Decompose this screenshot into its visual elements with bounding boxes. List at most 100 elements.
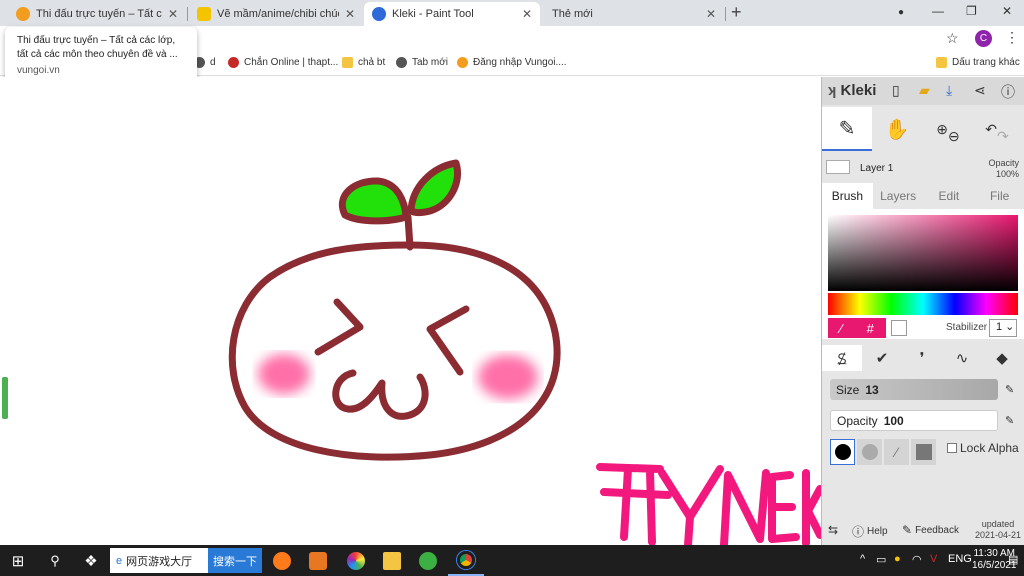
taskbar-search-button[interactable]: 搜索一下 <box>208 548 262 573</box>
taskbar-search-box[interactable]: e 网页游戏大厅 搜索一下 <box>110 548 262 573</box>
saturation-value-picker[interactable] <box>828 215 1018 291</box>
primary-color-button[interactable]: ⁄ # <box>828 318 886 338</box>
new-file-icon[interactable]: ▯ <box>892 82 900 99</box>
taskbar-app-firefox[interactable] <box>266 545 298 576</box>
tab-kleki[interactable]: Kleki - Paint Tool ✕ <box>364 2 540 26</box>
mouth <box>332 369 429 420</box>
side-handle[interactable] <box>2 377 8 419</box>
profile-avatar[interactable]: C <box>975 30 992 47</box>
help-icon[interactable]: ⓘ <box>1001 82 1015 102</box>
close-icon[interactable]: ✕ <box>522 7 532 21</box>
shape-circle-button[interactable] <box>830 439 855 465</box>
restore-button[interactable]: ❐ <box>966 4 977 18</box>
tab-chibi[interactable]: Vẽ mầm/anime/chibi chúc mừng ✕ <box>189 2 363 26</box>
shape-soft-button[interactable] <box>857 439 882 465</box>
minimize-button[interactable]: — <box>932 4 944 18</box>
blend-brush-button[interactable]: ✔ <box>862 345 902 371</box>
tab-new[interactable]: Thẻ mới ✕ <box>544 2 724 26</box>
circle-icon <box>834 444 851 460</box>
sketchy-brush-button[interactable]: ❜ <box>902 345 942 371</box>
kleki-logo-text: Kleki <box>840 82 877 99</box>
hex-input-button[interactable]: # <box>867 321 874 336</box>
tab-vungoi[interactable]: Thi đấu trực tuyến – Tất cả các lớ ✕ <box>8 2 186 26</box>
wifi-icon[interactable]: ◠ <box>912 553 922 566</box>
bookmark-item[interactable]: chả bt <box>342 57 385 68</box>
secondary-color-swatch[interactable] <box>891 320 907 336</box>
language-indicator[interactable]: ENG <box>948 553 972 565</box>
feedback-button[interactable]: ✎ Feedback <box>902 523 959 537</box>
bookmark-item[interactable]: Đăng nhập Vungoi.... <box>457 57 567 68</box>
tab-brush[interactable]: Brush <box>822 183 873 209</box>
stabilizer-value: 1 <box>996 321 1003 333</box>
tray-app-icon[interactable]: ● <box>894 553 901 565</box>
taskbar-app-media[interactable] <box>302 545 334 576</box>
zoom-buttons[interactable]: ⊕ ⊖ <box>928 107 968 151</box>
opacity-slider[interactable]: Opacity 100 <box>830 410 998 431</box>
tray-network-icon[interactable]: ▭ <box>876 553 886 566</box>
tooltip-line: tất cả các môn theo chuyên đề và ... <box>17 49 178 60</box>
help-button[interactable]: ⓘ Help <box>852 523 888 540</box>
lock-alpha-checkbox[interactable]: Lock Alpha <box>947 441 1019 455</box>
undo-icon[interactable]: ↶ <box>985 121 997 138</box>
shape-chisel-button[interactable]: ⁄ <box>884 439 909 465</box>
updated-label: updated <box>981 519 1015 529</box>
feedback-icon: ✎ <box>902 523 913 537</box>
swap-icon[interactable]: ⇆ <box>828 523 838 537</box>
zoom-in-icon[interactable]: ⊕ <box>936 121 948 138</box>
tray-chevron-icon[interactable]: ^ <box>860 553 865 565</box>
site-icon <box>228 57 239 68</box>
edit-size-icon[interactable]: ✎ <box>1005 383 1014 396</box>
layer-opacity-label: Opacity <box>988 158 1019 168</box>
shape-square-button[interactable] <box>911 439 936 465</box>
tab-edit[interactable]: Edit <box>924 183 975 209</box>
search-button[interactable]: ⚲ <box>38 545 72 576</box>
taskbar-app-explorer[interactable] <box>376 545 408 576</box>
layer-row[interactable]: Layer 1 Opacity 100% <box>822 155 1024 183</box>
menu-dots-icon[interactable]: ⋮ <box>1005 29 1019 46</box>
bookmark-item[interactable]: Tab mới <box>396 57 448 68</box>
tray-v-icon[interactable]: V <box>930 553 937 565</box>
bookmark-item[interactable]: Chắn Online | thapt... <box>228 57 338 68</box>
open-file-icon[interactable]: ▰ <box>919 82 930 99</box>
start-button[interactable]: ⊞ <box>0 545 36 576</box>
taskbar-app-green[interactable] <box>412 545 444 576</box>
stabilizer-select[interactable]: 1 ⌄ <box>989 319 1017 337</box>
tab-file[interactable]: File <box>974 183 1024 209</box>
taskbar-app-picasa[interactable] <box>340 545 372 576</box>
eyedropper-icon[interactable]: ⁄ <box>840 321 842 336</box>
share-icon[interactable]: ⋖ <box>974 82 986 99</box>
close-icon[interactable]: ✕ <box>345 7 355 21</box>
picasa-icon <box>347 551 365 570</box>
hue-slider[interactable] <box>828 293 1018 315</box>
close-icon[interactable]: ✕ <box>168 7 178 21</box>
notifications-icon[interactable]: ▤ <box>1008 553 1018 566</box>
brush-tool-button[interactable]: ✎ <box>822 107 872 151</box>
size-slider[interactable]: Size 13 <box>830 379 998 400</box>
bookmark-star-icon[interactable]: ☆ <box>946 30 959 47</box>
undo-redo-buttons[interactable]: ↶ ↷ <box>974 107 1020 151</box>
eraser-button[interactable]: ◆ <box>982 345 1022 371</box>
bookmark-item[interactable]: d <box>194 57 216 68</box>
zoom-out-icon[interactable]: ⊖ <box>948 128 960 145</box>
tab-search-icon[interactable]: ● <box>898 7 904 18</box>
taskbar-app-chrome[interactable] <box>448 545 484 576</box>
task-view-button[interactable]: ❖ <box>74 545 108 576</box>
left-leaf <box>338 177 410 225</box>
media-player-icon <box>309 551 327 570</box>
download-icon[interactable]: ⤓ <box>946 82 952 99</box>
hand-tool-button[interactable]: ✋ <box>872 107 922 151</box>
close-window-button[interactable]: ✕ <box>1002 4 1012 18</box>
redo-icon[interactable]: ↷ <box>997 128 1009 145</box>
pixel-brush-button[interactable]: ∿ <box>942 345 982 371</box>
drawing-canvas[interactable] <box>0 77 821 545</box>
tab-layers[interactable]: Layers <box>873 183 924 209</box>
pen-brush-button[interactable]: Ꟍ <box>822 345 862 371</box>
bookmark-label: Tab mới <box>412 57 449 68</box>
kleki-header: ʞ Kleki ▯ ▰ ⤓ ⋖ ⓘ <box>822 77 1024 105</box>
layer-opacity: Opacity 100% <box>988 158 1019 180</box>
opacity-value: 100 <box>883 413 904 428</box>
new-tab-button[interactable]: + <box>731 2 742 23</box>
close-icon[interactable]: ✕ <box>706 7 716 21</box>
edit-opacity-icon[interactable]: ✎ <box>1005 414 1014 427</box>
other-bookmarks[interactable]: Dấu trang khác <box>936 57 1020 68</box>
